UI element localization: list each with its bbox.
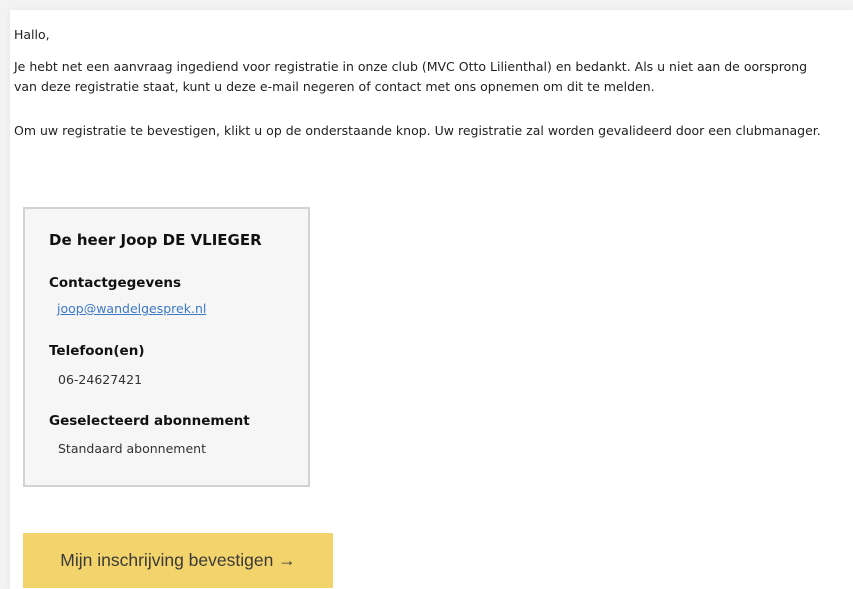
contact-email-value: joop@wandelgesprek.nl	[57, 301, 206, 316]
phone-value: 06-24627421	[58, 372, 143, 387]
email-link[interactable]: joop@wandelgesprek.nl	[57, 301, 206, 316]
greeting-text: Hallo,	[14, 27, 50, 42]
phone-heading: Telefoon(en)	[49, 343, 145, 359]
member-name: De heer Joop DE VLIEGER	[49, 231, 262, 249]
contact-heading: Contactgegevens	[49, 275, 182, 291]
confirm-registration-button[interactable]: Mijn inschrijving bevestigen →	[23, 533, 333, 588]
instruction-paragraph: Om uw registratie te bevestigen, klikt u…	[14, 123, 821, 138]
intro-paragraph: Je hebt net een aanvraag ingediend voor …	[14, 59, 808, 94]
subscription-heading: Geselecteerd abonnement	[49, 413, 250, 429]
subscription-value: Standaard abonnement	[58, 441, 206, 456]
registration-card: De heer Joop DE VLIEGER Contactgegevens …	[23, 207, 310, 487]
